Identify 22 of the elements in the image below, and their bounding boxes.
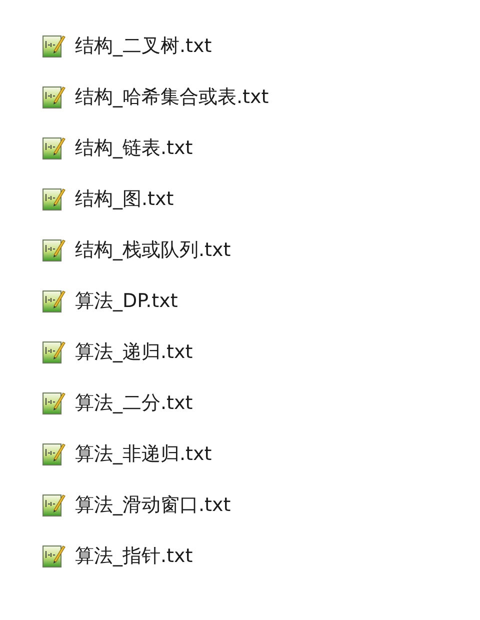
text-file-icon (42, 543, 66, 569)
file-name[interactable]: 算法_递归.txt (75, 338, 193, 366)
file-name[interactable]: 算法_非递归.txt (75, 440, 212, 468)
text-file-icon (42, 135, 66, 161)
file-name[interactable]: 结构_栈或队列.txt (75, 236, 231, 264)
file-name[interactable]: 结构_图.txt (75, 184, 174, 214)
text-file-icon (42, 84, 66, 110)
file-name[interactable]: 结构_二叉树.txt (75, 32, 212, 60)
text-file-icon (42, 339, 66, 365)
text-file-icon (42, 237, 66, 263)
file-name[interactable]: 结构_链表.txt (75, 134, 193, 162)
text-file-icon (42, 186, 66, 212)
file-name[interactable]: 算法_滑动窗口.txt (75, 490, 231, 520)
file-name[interactable]: 算法_二分.txt (75, 388, 193, 418)
text-file-icon (42, 492, 66, 518)
text-file-icon (42, 441, 66, 467)
text-file-icon (42, 33, 66, 59)
file-name[interactable]: 结构_哈希集合或表.txt (75, 82, 269, 112)
text-file-icon (42, 390, 66, 416)
file-name[interactable]: 算法_指针.txt (75, 542, 193, 570)
text-file-icon (42, 288, 66, 314)
file-name[interactable]: 算法_DP.txt (75, 286, 178, 316)
